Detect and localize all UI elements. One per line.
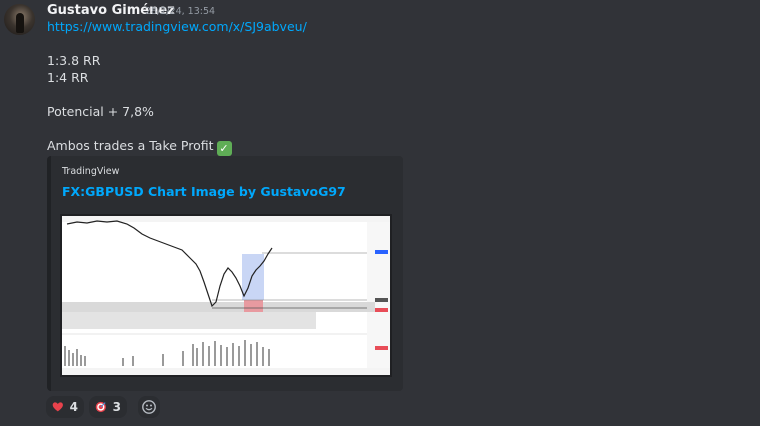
check-mark-icon: ✓ bbox=[216, 141, 232, 156]
embed-title[interactable]: FX:GBPUSD Chart Image by GustavoG97 bbox=[62, 184, 346, 199]
message-link-line: https://www.tradingview.com/x/SJ9abveu/ bbox=[47, 19, 307, 34]
reaction-heart[interactable]: 4 bbox=[46, 396, 84, 418]
target-icon bbox=[95, 401, 106, 413]
message-line-rr2: 1:4 RR bbox=[47, 70, 89, 85]
reaction-target[interactable]: 3 bbox=[89, 396, 127, 418]
message-timestamp: 28/2/24, 13:54 bbox=[145, 6, 216, 17]
message-line-take-profit: Ambos trades a Take Profit ✓ bbox=[47, 138, 232, 156]
chart-link[interactable]: https://www.tradingview.com/x/SJ9abveu/ bbox=[47, 19, 307, 34]
avatar[interactable] bbox=[4, 4, 35, 35]
reaction-target-count: 3 bbox=[112, 400, 121, 414]
chart-image[interactable] bbox=[60, 214, 392, 377]
chart-snapshot-graphic bbox=[62, 216, 390, 375]
message-line-potential: Potencial + 7,8% bbox=[47, 104, 154, 119]
message-line-rr1: 1:3.8 RR bbox=[47, 53, 101, 68]
heart-icon bbox=[52, 402, 63, 412]
add-reaction-button[interactable] bbox=[138, 396, 160, 418]
link-embed: TradingView FX:GBPUSD Chart Image by Gus… bbox=[47, 156, 403, 391]
embed-provider[interactable]: TradingView bbox=[62, 166, 119, 177]
reaction-heart-count: 4 bbox=[69, 400, 78, 414]
smiley-icon bbox=[142, 400, 156, 414]
take-profit-text: Ambos trades a Take Profit bbox=[47, 138, 214, 153]
